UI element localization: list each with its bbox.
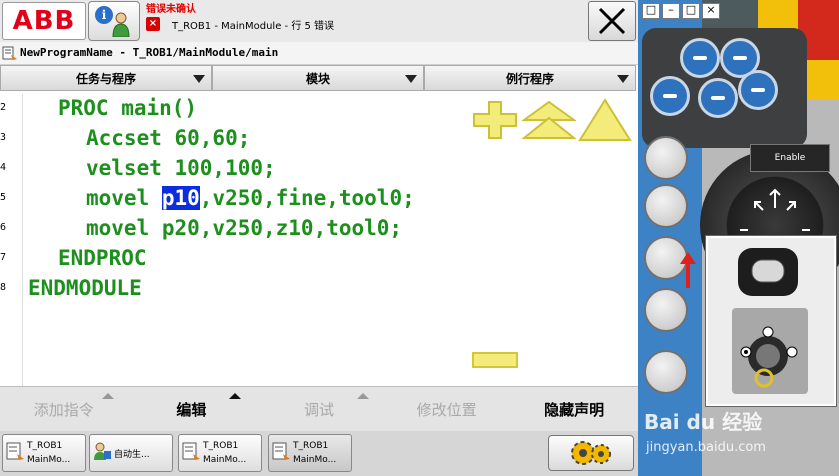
scroll-up-icon[interactable] [578,98,632,142]
toggle-motion-mode-button[interactable] [644,184,688,228]
menu-label: 调试 [303,400,334,419]
tab-tasks-and-programs[interactable]: 任务与程序 [0,65,212,91]
edit-button[interactable]: 编辑 [128,387,256,431]
run-button[interactable] [644,350,688,394]
info-user-button[interactable]: i [88,1,140,41]
line-number: 8 [0,282,7,293]
code-line[interactable]: ENDMODULE [28,276,142,300]
task-sublabel: MainMo... [203,455,247,465]
task-program-editor-3[interactable]: T_ROB1 MainMo... [268,434,352,472]
hide-declarations-button[interactable]: 隐藏声明 [510,387,638,431]
tab-routines[interactable]: 例行程序 [424,65,636,91]
task-program-editor-2[interactable]: T_ROB1 MainMo... [178,434,262,472]
step-back-button[interactable] [644,288,688,332]
programmable-key-4[interactable] [698,78,738,118]
caret-up-icon [356,393,369,399]
abb-menu-button[interactable]: ABB [2,2,86,40]
program-path: NewProgramName - T_ROB1/MainModule/main [20,46,279,59]
zoom-in-icon[interactable] [472,100,518,140]
program-path-bar: NewProgramName - T_ROB1/MainModule/main [0,42,638,65]
task-label: T_ROB1 [27,441,63,451]
tab-label: 模块 [305,71,330,86]
line-number: 4 [0,162,7,173]
gears-icon [571,441,611,465]
restore-window-icon[interactable]: □ [642,3,660,19]
task-sublabel: MainMo... [293,455,337,465]
program-editor-icon [272,442,290,460]
code-line[interactable]: movel p10,v250,fine,tool0; [86,186,415,210]
menu-label: 添加指令 [33,400,94,419]
zoom-out-button[interactable] [472,352,518,368]
programmable-key-5[interactable] [738,70,778,110]
dropdown-arrow-icon [193,75,205,83]
caret-up-icon [101,393,114,399]
enable-label: Enable [750,144,830,172]
code-line[interactable]: ENDPROC [58,246,147,270]
flexpendant-screen: ABB i 错误未确认 × T_ROB1 - MainModule - 行 5 … [0,0,638,476]
line-number: 6 [0,222,7,233]
editor-tabs: 任务与程序 模块 例行程序 [0,65,638,93]
program-editor-icon [2,46,17,60]
modify-position-button[interactable]: 修改位置 [383,387,511,431]
maximize-window-icon[interactable]: □ [682,3,700,19]
code-text: ,v250,fine,tool0; [199,186,415,210]
task-auto-production[interactable]: 自动生... [89,434,173,472]
watermark: Bai du 经验 jingyan.baidu.com [638,400,839,476]
mode-key-switch-inset [706,236,836,406]
code-editor[interactable]: 2 3 4 5 6 7 8 PROC main() Accset 60,60; … [0,94,638,386]
taskbar: T_ROB1 MainMo... 自动生... T_ROB1 MainMo... [0,431,638,476]
programmable-key-3[interactable] [650,76,690,116]
status-message: T_ROB1 - MainModule - 行 5 错误 [172,21,335,32]
quickset-button[interactable] [548,435,634,471]
close-button[interactable] [588,1,636,41]
programmable-key-1[interactable] [680,38,720,78]
program-editor-icon [182,442,200,460]
task-label: T_ROB1 [293,441,329,451]
task-label: 自动生... [114,450,150,460]
watermark-url: jingyan.baidu.com [646,440,766,455]
menu-label: 编辑 [176,400,207,419]
line-number: 5 [0,192,7,203]
program-editor-icon [6,442,24,460]
line-number: 2 [0,102,7,113]
status-area[interactable]: 错误未确认 × T_ROB1 - MainModule - 行 5 错误 [142,0,582,40]
red-arrow-icon [680,252,696,288]
bottom-menu: 添加指令 编辑 调试 修改位置 隐藏声明 [0,386,638,432]
page-up-icon[interactable] [522,100,576,140]
select-mechanical-unit-button[interactable] [644,136,688,180]
code-line[interactable]: Accset 60,60; [86,126,250,150]
tab-label: 任务与程序 [75,71,136,86]
close-window-icon[interactable]: × [702,3,720,19]
status-title: 错误未确认 [146,4,196,15]
dropdown-arrow-icon [617,75,629,83]
watermark-logo: Bai du 经验 [644,410,763,434]
code-line[interactable]: movel p20,v250,z10,tool0; [86,216,402,240]
user-icon [112,12,130,37]
add-instruction-button[interactable]: 添加指令 [0,387,128,431]
tab-modules[interactable]: 模块 [212,65,424,91]
debug-button[interactable]: 调试 [255,387,383,431]
abb-logo: ABB [12,6,76,36]
menu-label: 修改位置 [416,400,477,419]
tab-label: 例行程序 [505,71,554,86]
selected-argument[interactable]: p10 [161,186,200,210]
code-line[interactable]: PROC main() [58,96,197,120]
error-icon: × [146,17,160,31]
caret-up-icon [229,393,242,399]
task-sublabel: MainMo... [27,455,71,465]
close-icon [598,7,626,35]
minimize-window-icon[interactable]: – [662,3,680,19]
line-number: 7 [0,252,7,263]
dropdown-arrow-icon [405,75,417,83]
key-switch-icon [732,248,808,394]
code-line[interactable]: velset 100,100; [86,156,276,180]
task-program-editor[interactable]: T_ROB1 MainMo... [2,434,86,472]
auto-mode-icon [94,442,111,460]
task-label: T_ROB1 [203,441,239,451]
menu-label: 隐藏声明 [544,400,605,419]
teach-pendant-housing: □ – □ × Enable Bai du 经验 jingyan.baidu.c… [638,0,839,476]
line-number: 3 [0,132,7,143]
top-bar: ABB i 错误未确认 × T_ROB1 - MainModule - 行 5 … [0,0,638,43]
code-text: movel [86,186,162,210]
